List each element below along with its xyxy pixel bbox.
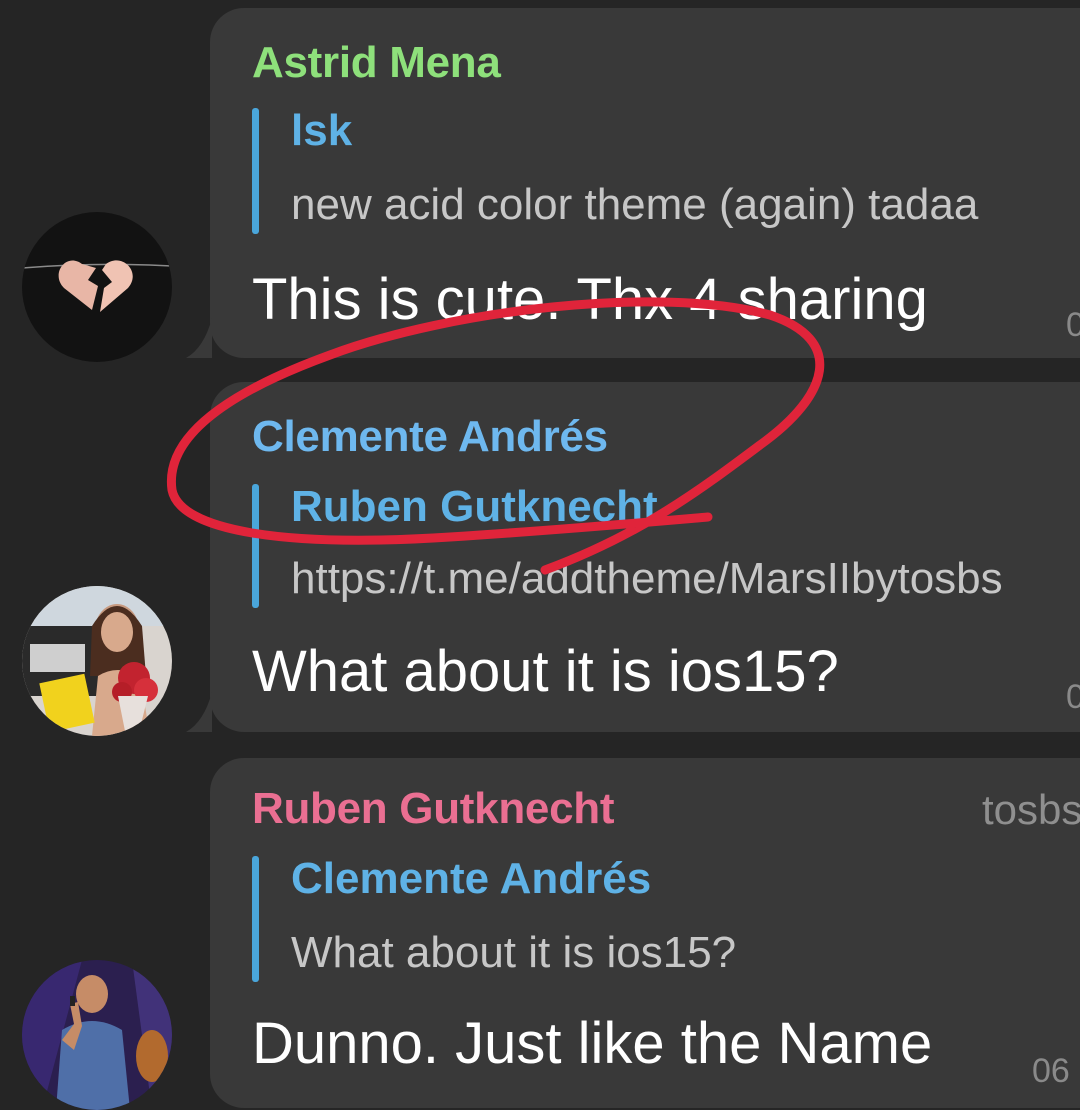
reply-bar <box>252 856 259 982</box>
reply-bar <box>252 108 259 234</box>
message-text: What about it is ios15? <box>252 639 839 704</box>
reply-text: What about it is ios15? <box>291 928 737 977</box>
speaker-on-stage-avatar-icon <box>22 960 172 1110</box>
broken-heart-avatar-icon <box>22 212 172 362</box>
via-bot-label[interactable]: tosbs <box>982 786 1080 834</box>
reply-sender-name: lsk <box>291 108 353 155</box>
message-bubble[interactable]: Ruben Gutknecht tosbs Clemente Andrés Wh… <box>210 758 1080 1108</box>
avatar[interactable] <box>22 586 172 736</box>
message-time: 0 <box>1066 306 1080 344</box>
avatar[interactable] <box>22 960 172 1110</box>
message-bubble[interactable]: Clemente Andrés Ruben Gutknecht https://… <box>186 382 1080 732</box>
avatar[interactable] <box>22 212 172 362</box>
sender-name[interactable]: Astrid Mena <box>252 38 501 88</box>
reply-sender-name: Ruben Gutknecht <box>291 484 658 531</box>
reply-text: new acid color theme (again) tadaa <box>291 180 979 229</box>
reply-link-text[interactable]: https://t.me/addtheme/MarsIIbytosbs <box>291 554 1003 604</box>
message-text: Dunno. Just like the Name <box>252 1011 933 1076</box>
bubble-tail <box>186 692 212 732</box>
message-time: 0 <box>1066 678 1080 716</box>
message-time: 06 <box>1032 1052 1070 1090</box>
reply-sender-name: Clemente Andrés <box>291 856 652 903</box>
reply-bar <box>252 484 259 608</box>
person-with-flowers-avatar-icon <box>22 586 172 736</box>
sender-name[interactable]: Clemente Andrés <box>252 412 608 462</box>
message-bubble[interactable]: Astrid Mena lsk new acid color theme (ag… <box>186 8 1080 358</box>
reply-preview[interactable]: lsk new acid color theme (again) tadaa <box>252 108 1080 234</box>
message-text: This is cute. Thx 4 sharing <box>252 267 928 332</box>
reply-preview[interactable]: Ruben Gutknecht https://t.me/addtheme/Ma… <box>252 484 1080 608</box>
bubble-tail <box>186 318 212 358</box>
sender-name[interactable]: Ruben Gutknecht <box>252 784 614 834</box>
reply-preview[interactable]: Clemente Andrés What about it is ios15? <box>252 856 1080 982</box>
